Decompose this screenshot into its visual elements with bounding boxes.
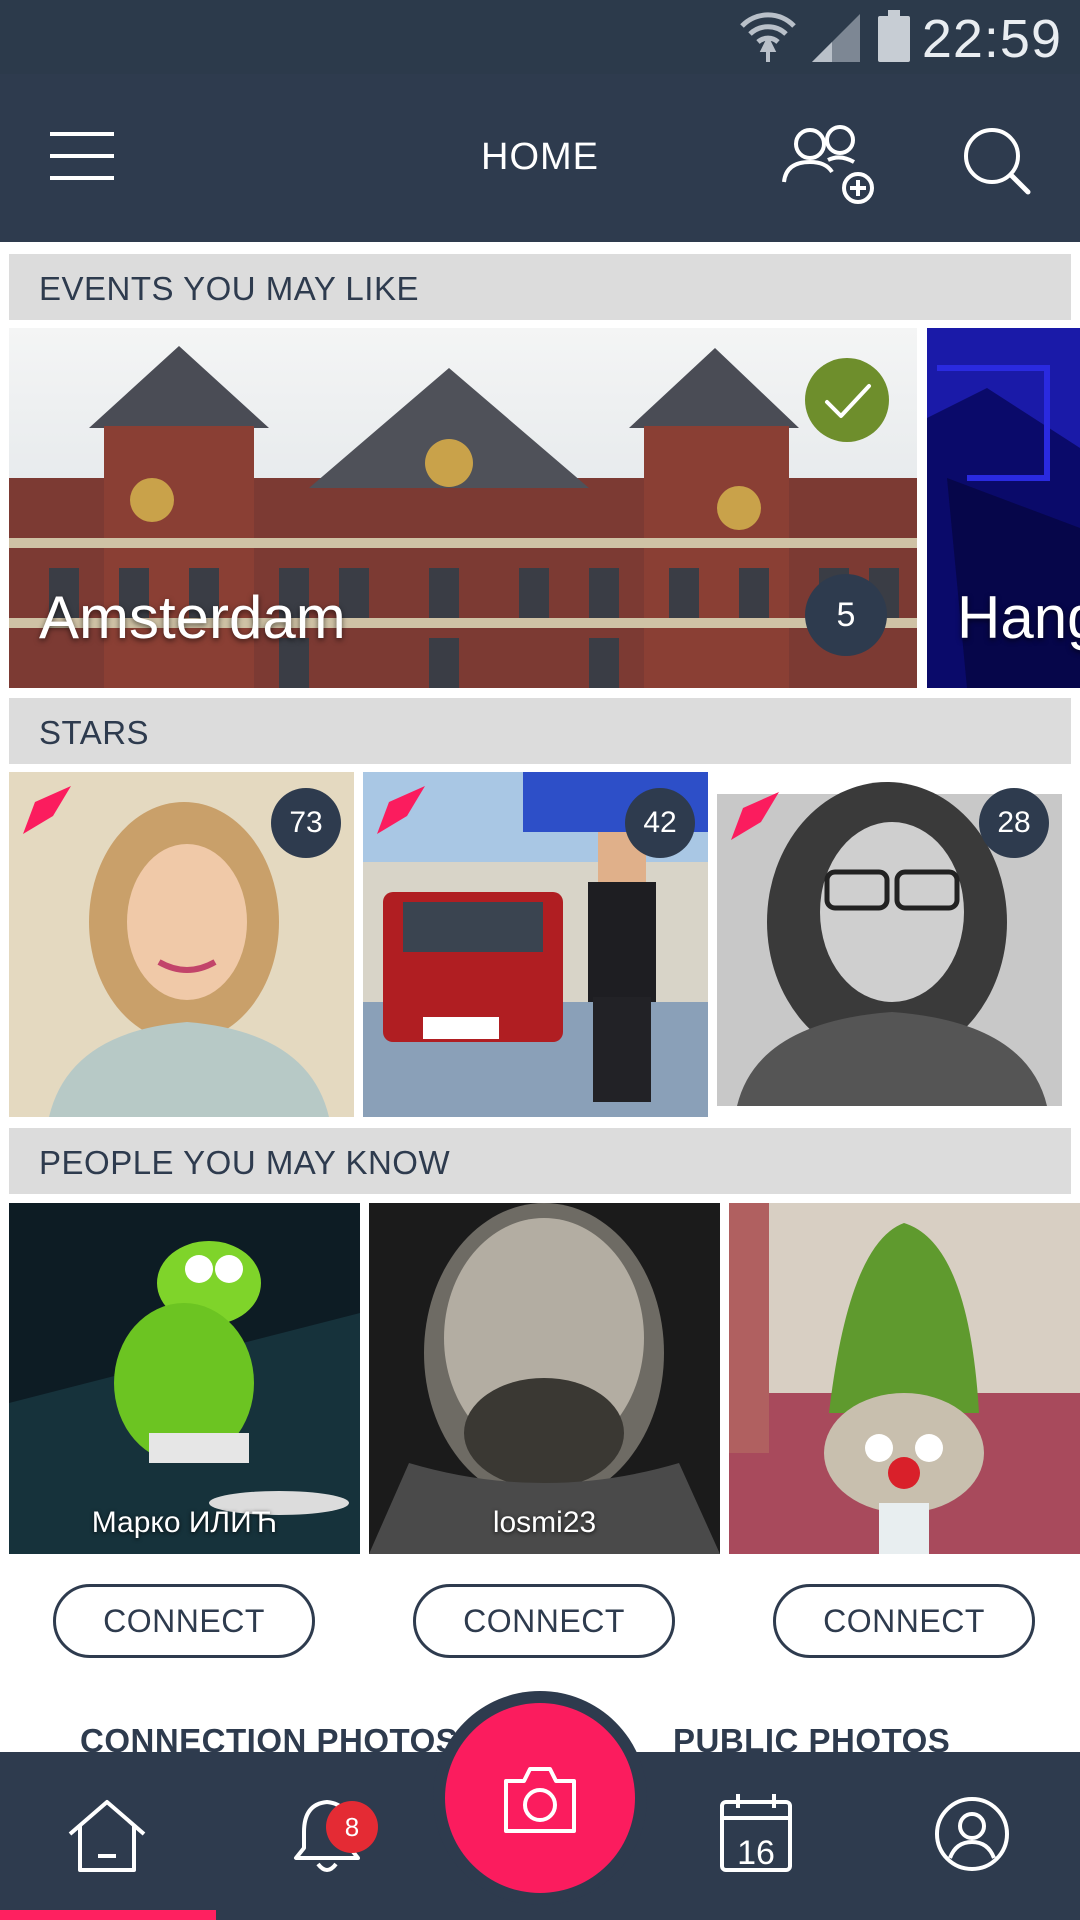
events-section-header: EVENTS YOU MAY LIKE [9, 254, 1071, 320]
connect-button[interactable]: CONNECT [53, 1584, 315, 1658]
checkmark-icon [825, 384, 871, 418]
stars-section-title: STARS [39, 714, 150, 751]
star-score: 73 [271, 788, 341, 858]
person-photo [369, 1203, 720, 1554]
battery-icon [878, 10, 910, 62]
search-icon[interactable] [962, 126, 1032, 196]
event-title: Hang [957, 584, 1080, 651]
active-tab-indicator [0, 1910, 216, 1920]
person-photo [729, 1203, 1080, 1554]
events-section-title: EVENTS YOU MAY LIKE [39, 270, 419, 307]
status-clock: 22:59 [921, 9, 1062, 69]
app-bar: HOME [0, 74, 1080, 242]
event-attendee-count: 5 [805, 574, 887, 656]
person-name: losmi23 [492, 1506, 597, 1539]
page-title: HOME [481, 136, 599, 178]
connect-button[interactable]: CONNECT [773, 1584, 1035, 1658]
stars-section-header: STARS [9, 698, 1071, 764]
profile-icon[interactable] [934, 1796, 1010, 1872]
people-section-title: PEOPLE YOU MAY KNOW [39, 1144, 451, 1181]
person-name: Марко ИЛИЋ [91, 1506, 278, 1539]
signal-icon [812, 14, 860, 62]
people-section-header: PEOPLE YOU MAY KNOW [9, 1128, 1071, 1194]
star-card[interactable]: 28 [717, 772, 1062, 1117]
camera-button[interactable] [445, 1703, 635, 1893]
add-friend-icon[interactable] [782, 122, 878, 208]
calendar-day: 16 [737, 1834, 775, 1872]
home-screen: 22:59 HOME EVENTS YOU MAY LIKE Amsterdam… [0, 0, 1080, 1920]
wifi-icon [740, 12, 796, 62]
event-card-amsterdam[interactable]: Amsterdam 5 [9, 328, 917, 688]
star-card[interactable]: 73 [9, 772, 354, 1117]
star-card[interactable]: 42 [363, 772, 708, 1117]
event-card-next[interactable]: Hang [927, 328, 1080, 688]
star-score: 28 [979, 788, 1049, 858]
person-card[interactable]: Марко ИЛИЋ [9, 1203, 360, 1554]
camera-icon [504, 1767, 576, 1833]
star-icon [731, 792, 779, 840]
status-bar: 22:59 [0, 0, 1080, 74]
event-title: Amsterdam [39, 584, 346, 651]
notification-count-badge: 8 [326, 1801, 378, 1853]
joined-check-badge [805, 358, 889, 442]
home-icon[interactable] [66, 1798, 148, 1874]
star-score: 42 [625, 788, 695, 858]
person-card[interactable]: losmi23 [369, 1203, 720, 1554]
person-card[interactable] [729, 1203, 1080, 1554]
person-photo [9, 1203, 360, 1554]
star-icon [23, 786, 71, 834]
connect-button[interactable]: CONNECT [413, 1584, 675, 1658]
star-icon [377, 786, 425, 834]
